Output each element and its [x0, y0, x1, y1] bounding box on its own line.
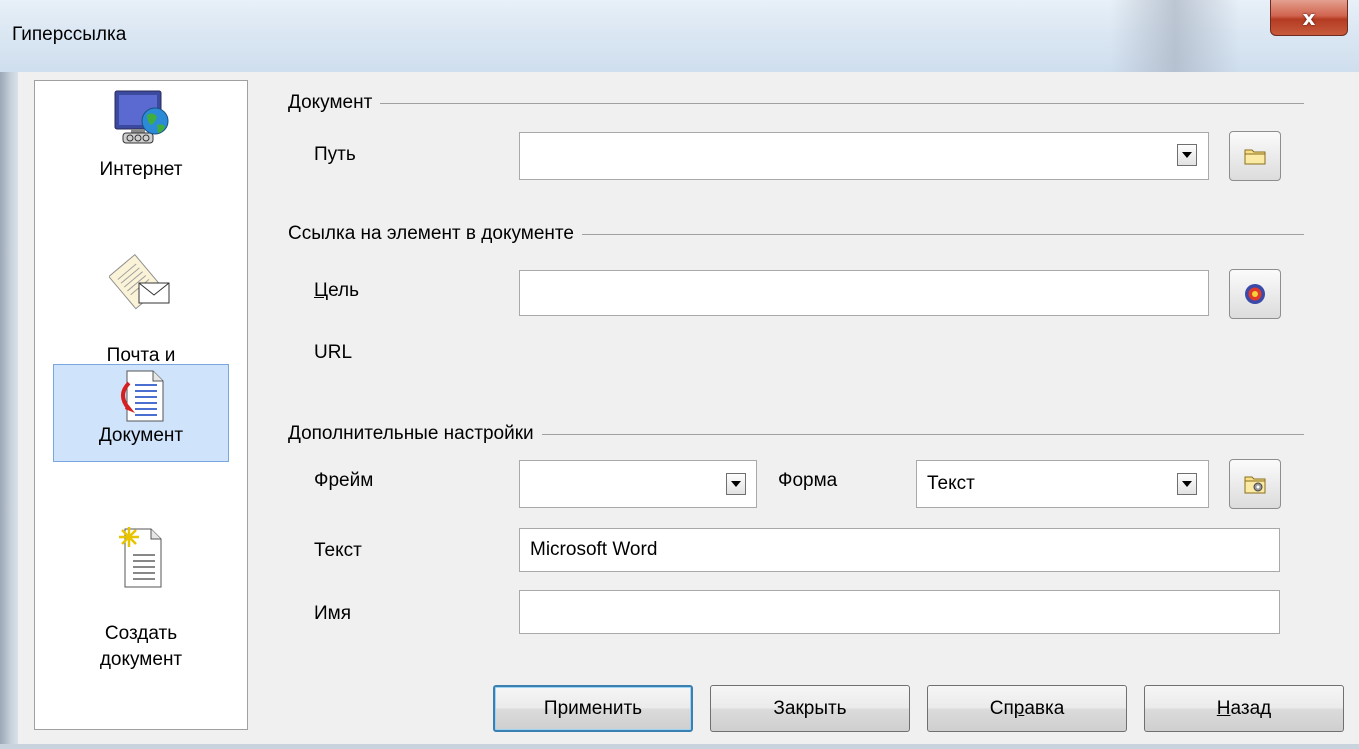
sidebar-item-internet[interactable]: Интернет	[53, 89, 229, 219]
back-label-accel: Н	[1216, 697, 1231, 719]
sidebar-item-document[interactable]: Документ	[53, 364, 229, 462]
sidebar-item-label: Интернет	[99, 159, 183, 180]
sidebar-item-label: Создать документ	[99, 623, 183, 670]
title-bar-glass	[1110, 0, 1240, 72]
background-window-edge	[0, 72, 18, 749]
form-dropdown-arrow[interactable]	[1177, 473, 1197, 495]
sidebar-item-label: Документ	[98, 425, 184, 446]
window-title: Гиперссылка	[12, 24, 127, 45]
frame-dropdown-arrow[interactable]	[726, 473, 746, 495]
events-button[interactable]	[1229, 459, 1281, 509]
apply-button[interactable]: Применить	[493, 685, 693, 732]
document-section-header: Документ	[288, 91, 1304, 115]
form-combobox[interactable]: Текст	[916, 460, 1209, 508]
target-label-rest: ель	[328, 280, 359, 301]
internet-icon	[114, 90, 169, 144]
section-title: Документ	[288, 92, 373, 113]
close-icon: x	[1302, 5, 1316, 30]
sidebar-item-new-document[interactable]: Создать документ	[53, 499, 229, 670]
name-input[interactable]	[519, 590, 1280, 634]
section-divider	[380, 102, 1304, 104]
path-label: Путь	[314, 144, 356, 165]
frame-label: Фрейм	[314, 470, 374, 491]
help-button[interactable]: Сп р авка	[927, 685, 1127, 732]
target-icon	[1245, 284, 1265, 304]
sidebar-item-mail-news[interactable]: Почта и новости	[53, 223, 229, 392]
name-label: Имя	[314, 603, 352, 624]
close-button[interactable]: x	[1270, 0, 1348, 36]
bottom-edge	[0, 744, 1359, 749]
path-combobox[interactable]	[519, 132, 1209, 180]
hyperlink-type-sidebar: Интернет Почта и новости	[34, 80, 248, 730]
target-section-header: Ссылка на элемент в документе	[288, 222, 1304, 246]
text-label: Текст	[314, 540, 362, 561]
path-dropdown-arrow[interactable]	[1177, 144, 1197, 166]
folder-icon	[1244, 149, 1266, 165]
section-divider	[581, 233, 1304, 235]
url-label: URL	[314, 342, 353, 363]
help-label-pre: Сп	[989, 697, 1014, 719]
target-input[interactable]	[519, 270, 1209, 316]
target-label-accel: Ц	[314, 280, 329, 301]
mail-news-icon	[109, 253, 170, 310]
target-label: Цель	[314, 280, 359, 302]
document-icon	[121, 370, 164, 422]
close-dialog-button[interactable]: Закрыть	[710, 685, 910, 732]
new-document-icon	[119, 527, 162, 588]
folder-gear-icon	[1244, 476, 1266, 494]
help-label-post: авка	[1024, 697, 1065, 719]
text-input[interactable]: Microsoft Word	[519, 528, 1280, 572]
section-divider	[541, 433, 1304, 435]
help-label-accel: р	[1013, 697, 1025, 719]
back-button[interactable]: Назад	[1144, 685, 1344, 732]
section-title: Ссылка на элемент в документе	[288, 223, 574, 244]
title-bar: Гиперссылка x	[0, 0, 1359, 72]
back-label-rest: азад	[1230, 697, 1272, 719]
target-in-document-button[interactable]	[1229, 269, 1281, 319]
frame-combobox[interactable]	[519, 460, 757, 508]
open-file-button[interactable]	[1229, 131, 1281, 181]
form-label: Форма	[778, 470, 838, 491]
section-title: Дополнительные настройки	[288, 423, 534, 444]
advanced-section-header: Дополнительные настройки	[288, 422, 1304, 446]
